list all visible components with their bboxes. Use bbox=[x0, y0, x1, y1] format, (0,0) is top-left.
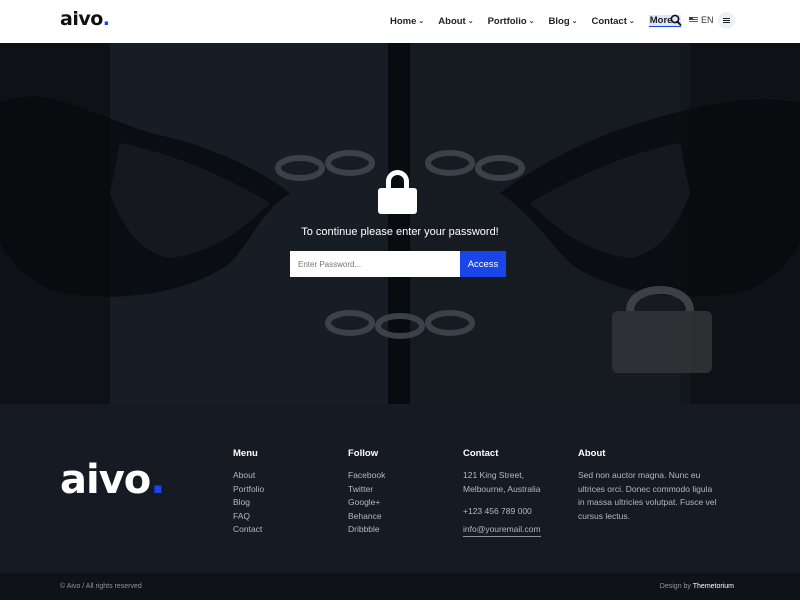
footer-follow-title: Follow bbox=[348, 448, 379, 459]
address-line-2: Melbourne, Australia bbox=[463, 483, 541, 494]
nav-item-blog[interactable]: Blog ⌄ bbox=[549, 15, 578, 27]
footer-contact-title: Contact bbox=[463, 448, 499, 459]
nav-item-about[interactable]: About ⌄ bbox=[438, 15, 473, 27]
chevron-down-icon: ⌄ bbox=[628, 18, 635, 25]
designer-link[interactable]: Themetorium bbox=[693, 583, 734, 590]
chevron-down-icon: ⌄ bbox=[418, 18, 425, 25]
footer-link-google-plus[interactable]: Google+ bbox=[348, 496, 385, 510]
design-credit: Design by Themetorium bbox=[660, 583, 734, 590]
chevron-down-icon: ⌄ bbox=[528, 18, 535, 25]
search-icon[interactable] bbox=[670, 14, 682, 27]
footer-contact-column: Contact 121 King Street, Melbourne, Aust… bbox=[463, 448, 541, 537]
nav-label: About bbox=[438, 15, 466, 27]
chevron-down-icon: ⌄ bbox=[467, 18, 474, 25]
footer-link-facebook[interactable]: Facebook bbox=[348, 469, 385, 483]
nav-label: Home bbox=[390, 15, 417, 27]
footer-about-column: About Sed non auctor magna. Nunc eu ultr… bbox=[578, 448, 716, 523]
nav-item-contact[interactable]: Contact ⌄ bbox=[592, 15, 635, 27]
footer-link-faq[interactable]: FAQ bbox=[233, 510, 264, 524]
logo-dot: . bbox=[102, 8, 110, 30]
footer-link-portfolio[interactable]: Portfolio bbox=[233, 483, 264, 497]
nav-item-portfolio[interactable]: Portfolio ⌄ bbox=[488, 15, 535, 27]
nav-item-home[interactable]: Home ⌄ bbox=[390, 15, 424, 27]
access-button[interactable]: Access bbox=[460, 251, 506, 277]
about-text-line: Sed non auctor magna. Nunc eu bbox=[578, 470, 701, 480]
footer-bottom-bar: © Aivo / All rights reserved Design by T… bbox=[0, 573, 800, 600]
chevron-down-icon: ⌄ bbox=[571, 18, 578, 25]
footer-link-twitter[interactable]: Twitter bbox=[348, 483, 385, 497]
lock-icon bbox=[378, 170, 417, 214]
footer-logo[interactable]: aivo. bbox=[60, 457, 165, 503]
site-header: aivo. Home ⌄ About ⌄ Portfolio ⌄ Blog ⌄ Cont… bbox=[0, 0, 800, 43]
logo-text: aivo bbox=[60, 8, 103, 30]
password-prompt: To continue please enter your password! bbox=[301, 226, 499, 238]
language-label: EN bbox=[701, 15, 714, 25]
footer-link-contact[interactable]: Contact bbox=[233, 523, 264, 537]
design-by-label: Design by bbox=[659, 583, 691, 590]
site-logo[interactable]: aivo. bbox=[60, 8, 110, 30]
nav-label: Portfolio bbox=[487, 15, 527, 27]
address-line-1: 121 King Street, bbox=[463, 470, 524, 480]
site-footer: aivo. Menu About Portfolio Blog FAQ Cont… bbox=[0, 404, 800, 573]
flag-icon bbox=[689, 17, 698, 23]
footer-menu-title: Menu bbox=[233, 448, 258, 459]
copyright: © Aivo / All rights reserved bbox=[60, 583, 142, 590]
footer-link-blog[interactable]: Blog bbox=[233, 496, 264, 510]
footer-link-behance[interactable]: Behance bbox=[348, 510, 385, 524]
footer-about-title: About bbox=[578, 448, 606, 459]
about-text-line: in massa ultricies volutpat. Fusce vel bbox=[578, 497, 717, 507]
footer-menu-column: Menu About Portfolio Blog FAQ Contact bbox=[233, 448, 264, 537]
chained-door-background bbox=[0, 43, 800, 404]
footer-logo-text: aivo bbox=[60, 457, 151, 503]
footer-link-dribbble[interactable]: Dribbble bbox=[348, 523, 385, 537]
password-input[interactable] bbox=[290, 251, 460, 277]
footer-link-about[interactable]: About bbox=[233, 469, 264, 483]
password-hero: To continue please enter your password! … bbox=[0, 43, 800, 404]
about-text-line: cursus lectus. bbox=[578, 510, 630, 521]
about-text-line: ultrices orci. Donec commodo ligula bbox=[578, 483, 713, 494]
nav-label: Blog bbox=[548, 15, 570, 27]
footer-logo-dot: . bbox=[150, 457, 165, 503]
email-link[interactable]: info@youremail.com bbox=[463, 523, 541, 537]
menu-icon[interactable] bbox=[718, 12, 735, 29]
main-nav: Home ⌄ About ⌄ Portfolio ⌄ Blog ⌄ Contact ⌄ M… bbox=[390, 15, 695, 27]
phone-number: +123 456 789 000 bbox=[463, 506, 532, 516]
footer-follow-column: Follow Facebook Twitter Google+ Behance … bbox=[348, 448, 385, 537]
nav-label: Contact bbox=[591, 15, 627, 27]
language-switcher[interactable]: EN bbox=[689, 15, 714, 25]
